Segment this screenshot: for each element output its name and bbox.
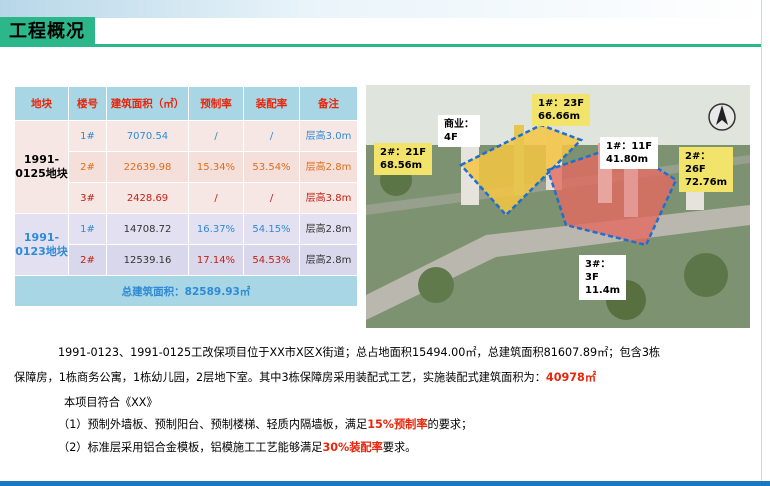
header-building: 楼号 [68,86,107,121]
area-cell: 2428.69 [106,182,189,214]
title-divider [95,44,761,47]
paragraph-intro-line2: 保障房，1栋商务公寓，1栋幼儿园，2层地下室。其中3栋保障房采用装配式工艺，实施… [14,369,596,385]
header-block: 地块 [14,86,69,121]
note-cell: 层高2.8m [299,151,358,183]
item-2-text: （2）标准层采用铝合金模板，铝模施工工艺能够满足 [58,441,323,454]
note-cell: 层高3.8m [299,182,358,214]
total-area: 总建筑面积：82589.93㎡ [14,275,358,307]
site-rendering: 商业： 4F 1#：23F 66.66m 2#：21F 68.56m 1#：11… [366,85,750,328]
area-cell: 12539.16 [106,244,189,276]
intro-text: 保障房，1栋商务公寓，1栋幼儿园，2层地下室。其中3栋保障房采用装配式工艺，实施… [14,371,546,384]
highlight-prefab-rate: 15%预制率 [367,418,428,431]
item-1-tail: 的要求； [427,418,473,431]
building-cell: 3# [68,182,107,214]
top-decor-bar [0,0,770,18]
prefab-cell: 15.34% [188,151,244,183]
building-cell: 2# [68,151,107,183]
bottom-decor-bar [0,481,770,486]
assembly-cell: / [243,182,300,214]
area-cell: 7070.54 [106,120,189,152]
item-1-text: （1）预制外墙板、预制阳台、预制楼梯、轻质内隔墙板，满足 [58,418,368,431]
building-cell: 1# [68,120,107,152]
label-1-11f: 1#：11F 41.80m [600,137,659,169]
assembly-cell: 54.15% [243,213,300,245]
note-cell: 层高2.8m [299,213,358,245]
assembly-cell: / [243,120,300,152]
prefab-cell: / [188,182,244,214]
table-row: 1991-0123地块 1# 14708.72 16.37% 54.15% 层高… [14,213,358,276]
label-commercial: 商业： 4F [438,115,480,147]
paragraph-item-1: （1）预制外墙板、预制阳台、预制楼梯、轻质内隔墙板，满足15%预制率的要求； [58,416,472,432]
item-2-tail: 要求。 [382,441,417,454]
paragraph-item-2: （2）标准层采用铝合金模板，铝模施工工艺能够满足30%装配率要求。 [58,439,416,455]
right-border [761,0,762,486]
note-cell: 层高2.8m [299,244,358,276]
table-header-row: 地块 楼号 建筑面积（㎡） 预制率 装配率 备注 [14,86,358,121]
assembly-cell: 53.54% [243,151,300,183]
page-title: 工程概况 [0,17,95,47]
block-cell: 1991-0123地块 [14,213,69,276]
label-2-21f: 2#：21F 68.56m [374,143,433,175]
paragraph-intro-line1: 1991-0123、1991-0125工改保项目位于XX市X区X街道；总占地面积… [58,346,661,359]
label-1-23f: 1#：23F 66.66m [532,94,591,126]
assembly-cell: 54.53% [243,244,300,276]
total-row: 总建筑面积：82589.93㎡ [14,275,358,307]
building-cell: 2# [68,244,107,276]
north-arrow-icon [708,103,736,131]
header-note: 备注 [299,86,358,121]
label-2-26f: 2#： 26F 72.76m [679,147,734,192]
highlight-assembly-rate: 30%装配率 [322,441,383,454]
prefab-cell: 16.37% [188,213,244,245]
area-cell: 14708.72 [106,213,189,245]
area-cell: 22639.98 [106,151,189,183]
block-cell: 1991-0125地块 [14,120,69,214]
header-assembly-rate: 装配率 [243,86,300,121]
paragraph-compliance: 本项目符合《XX》 [64,396,158,409]
prefab-cell: 17.14% [188,244,244,276]
prefab-cell: / [188,120,244,152]
header-area: 建筑面积（㎡） [106,86,189,121]
building-cell: 1# [68,213,107,245]
label-3-3f: 3#： 3F 11.4m [579,255,627,300]
project-table: 地块 楼号 建筑面积（㎡） 预制率 装配率 备注 1991-0125地块 1# … [14,86,358,307]
header-prefab-rate: 预制率 [188,86,244,121]
table-row: 1991-0125地块 1# 7070.54 / / 层高3.0m [14,120,358,214]
note-cell: 层高3.0m [299,120,358,152]
highlight-area: 40978㎡ [545,371,597,384]
